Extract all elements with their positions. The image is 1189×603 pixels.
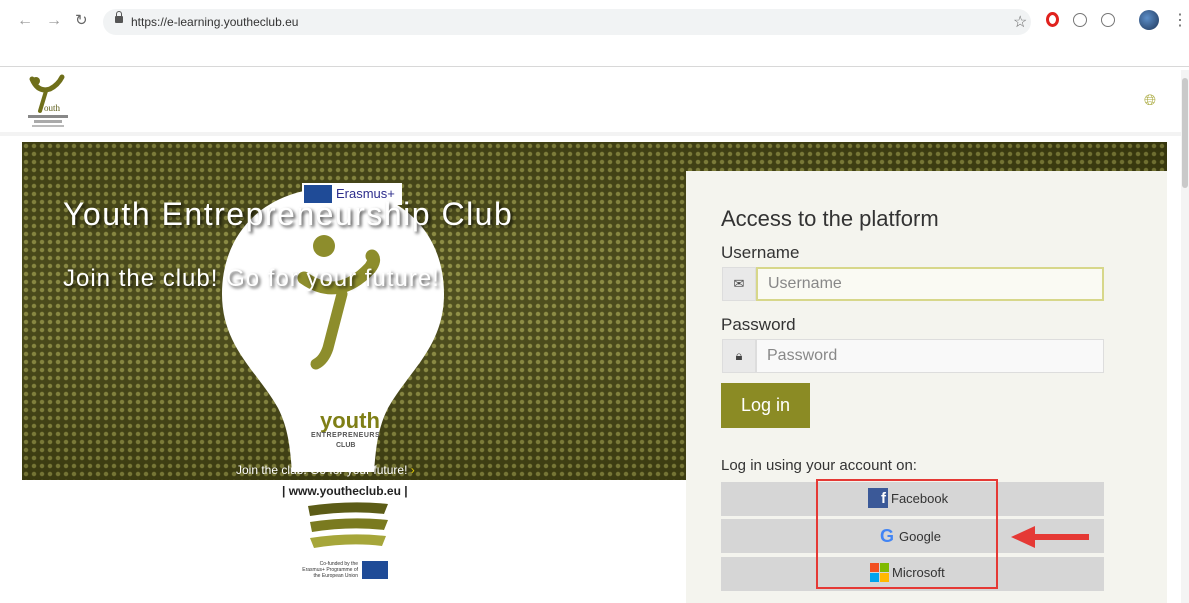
red-arrow-icon — [1011, 526, 1089, 548]
envelope-icon: ✉ — [722, 267, 756, 301]
password-label: Password — [721, 315, 796, 334]
star-icon[interactable]: ☆ — [1013, 12, 1027, 32]
bulb-youth-text: youth — [320, 408, 380, 433]
login-title: Access to the platform — [721, 206, 939, 231]
scrollbar-thumb[interactable] — [1182, 78, 1188, 188]
opera-icon[interactable] — [1046, 12, 1059, 27]
url-text: https://e-learning.youtheclub.eu — [131, 15, 299, 29]
hero-subtitle: Join the club! Go for your future! — [63, 265, 440, 292]
svg-text:outh: outh — [44, 103, 61, 113]
browser-toolbar: ← → ↻ https://e-learning.youtheclub.eu ☆… — [0, 0, 1189, 46]
divider — [0, 66, 1189, 67]
globe-icon[interactable]: 🌐︎ — [1144, 92, 1156, 109]
website-link[interactable]: | www.youtheclub.eu | — [282, 484, 408, 498]
highlight-box — [816, 479, 998, 589]
bulb-club-text: CLUB — [336, 442, 356, 449]
back-arrow-icon[interactable]: ← — [17, 11, 33, 31]
password-input[interactable] — [756, 339, 1104, 373]
bulb-entrepreneurs-text: ENTREPRENEURS — [311, 432, 381, 439]
reload-icon[interactable]: ↻ — [75, 11, 88, 31]
lock-icon — [115, 11, 123, 23]
kebab-menu-icon[interactable]: ⋮ — [1172, 11, 1188, 31]
eu-flag-icon — [362, 561, 388, 579]
chevron-right-icon: › — [410, 463, 415, 477]
login-button[interactable]: Log in — [721, 383, 810, 428]
username-input[interactable] — [756, 267, 1104, 301]
address-bar[interactable]: https://e-learning.youtheclub.eu ☆ — [103, 9, 1031, 35]
eu-funding-text: Co-funded by the Erasmus+ Programme of t… — [302, 561, 358, 579]
profile-avatar[interactable] — [1139, 10, 1159, 30]
alt-login-label: Log in using your account on: — [721, 457, 917, 474]
hero-tagline-text: Join the club. Go for your future! — [236, 463, 408, 477]
circle-icon[interactable] — [1101, 13, 1115, 27]
youth-club-logo[interactable]: outh — [24, 71, 72, 129]
hero-tagline: Join the club. Go for your future! › — [236, 463, 415, 477]
bulb-base-icon — [308, 502, 388, 548]
block-icon[interactable] — [1073, 13, 1087, 27]
hero-title: Youth Entrepreneurship Club — [63, 196, 514, 232]
username-label: Username — [721, 243, 800, 262]
forward-arrow-icon[interactable]: → — [46, 11, 62, 31]
lock-icon: 🔒︎ — [722, 339, 756, 373]
header-divider — [0, 132, 1189, 136]
